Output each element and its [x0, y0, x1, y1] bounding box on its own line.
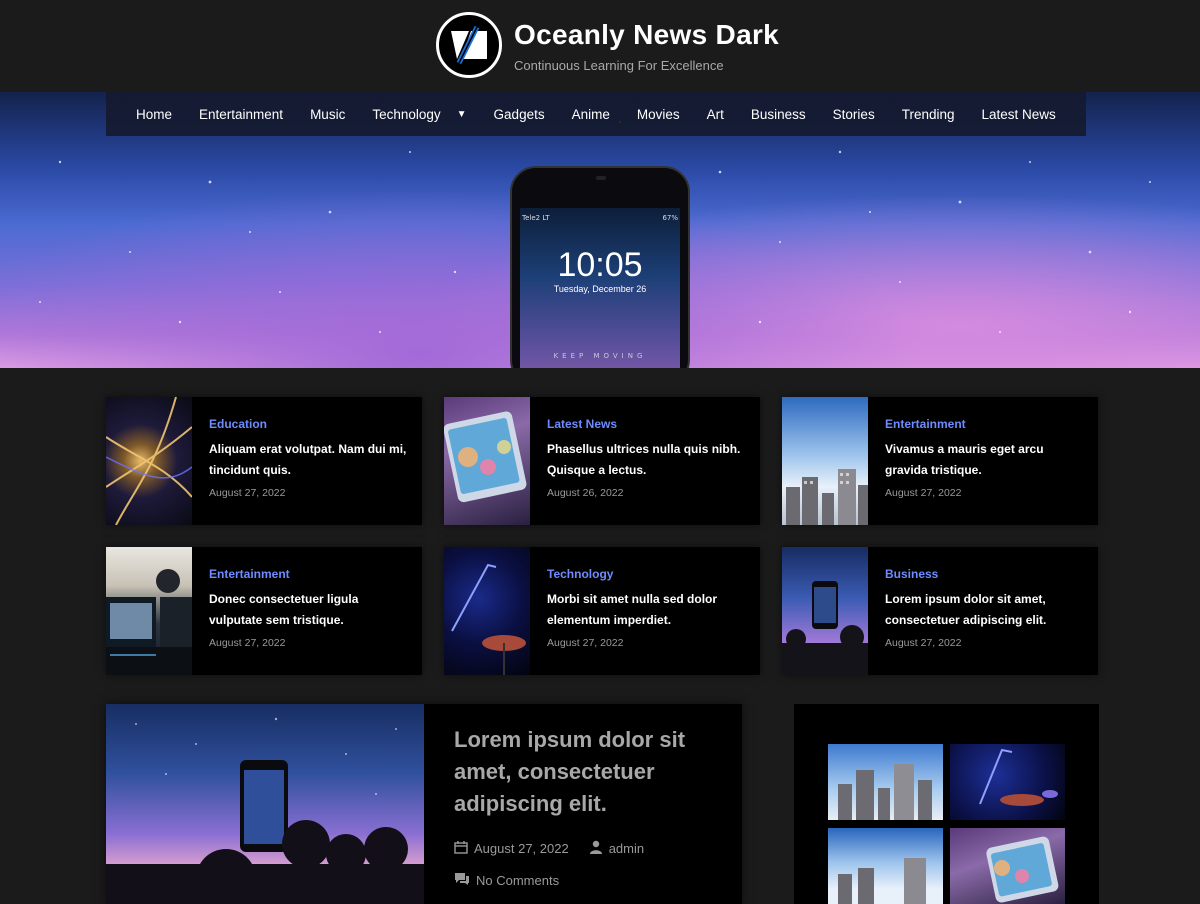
nav-item-trending[interactable]: Trending [902, 107, 955, 122]
post-thumbnail[interactable] [444, 547, 530, 675]
sidebar-gallery [794, 704, 1099, 904]
post-card[interactable]: Latest News Phasellus ultrices nulla qui… [444, 397, 760, 525]
featured-post-image[interactable] [106, 704, 424, 904]
featured-post-author[interactable]: admin [609, 841, 644, 856]
featured-post-title[interactable]: Lorem ipsum dolor sit amet, consectetuer… [454, 724, 714, 820]
post-title[interactable]: Morbi sit amet nulla sed dolor elementum… [547, 589, 747, 631]
post-category[interactable]: Technology [547, 567, 747, 581]
nav-item-home[interactable]: Home [136, 107, 172, 122]
featured-post-comments[interactable]: No Comments [476, 873, 559, 888]
site-logo[interactable] [436, 12, 502, 78]
featured-post-date[interactable]: August 27, 2022 [474, 841, 569, 856]
nav-item-gadgets[interactable]: Gadgets [494, 107, 545, 122]
post-thumbnail[interactable] [782, 397, 868, 525]
post-card[interactable]: Entertainment Donec consectetuer ligula … [106, 547, 422, 675]
nav-item-music[interactable]: Music [310, 107, 345, 122]
hero-banner: Home Entertainment Music Technology ▼ Ga… [0, 92, 1200, 368]
post-date: August 27, 2022 [209, 487, 286, 499]
nav-item-anime[interactable]: Anime [572, 107, 610, 122]
gallery-thumbnail[interactable] [828, 828, 943, 904]
nav-item-movies[interactable]: Movies [637, 107, 680, 122]
post-date: August 27, 2022 [885, 637, 962, 649]
nav-item-business[interactable]: Business [751, 107, 806, 122]
logo-mark-icon [451, 25, 487, 65]
nav-item-entertainment[interactable]: Entertainment [199, 107, 283, 122]
post-date: August 27, 2022 [547, 637, 624, 649]
user-icon [589, 840, 603, 857]
site-title[interactable]: Oceanly News Dark [514, 18, 779, 52]
phone-caption: KEEP MOVING [553, 352, 647, 360]
hero-phone-image: Tele2 LT 67% 10:05 Tuesday, December 26 … [510, 166, 690, 368]
post-title[interactable]: Vivamus a mauris eget arcu gravida trist… [885, 439, 1085, 481]
calendar-icon [454, 840, 468, 857]
post-card[interactable]: Entertainment Vivamus a mauris eget arcu… [782, 397, 1098, 525]
post-category[interactable]: Entertainment [209, 567, 409, 581]
phone-statusbar: Tele2 LT 67% [522, 214, 678, 222]
post-date: August 27, 2022 [885, 487, 962, 499]
post-title[interactable]: Donec consectetuer ligula vulputate sem … [209, 589, 409, 631]
site-tagline: Continuous Learning For Excellence [514, 57, 724, 73]
nav-item-stories[interactable]: Stories [833, 107, 875, 122]
featured-post[interactable]: Lorem ipsum dolor sit amet, consectetuer… [106, 704, 742, 904]
post-thumbnail[interactable] [782, 547, 868, 675]
phone-speaker [596, 176, 606, 180]
gallery-thumbnail[interactable] [828, 744, 943, 820]
post-thumbnail[interactable] [106, 547, 192, 675]
post-thumbnail[interactable] [106, 397, 192, 525]
post-date: August 26, 2022 [547, 487, 624, 499]
chevron-down-icon[interactable]: ▼ [457, 109, 467, 120]
nav-item-art[interactable]: Art [707, 107, 724, 122]
gallery-thumbnail[interactable] [950, 744, 1065, 820]
nav-item-technology[interactable]: Technology [372, 107, 440, 122]
post-category[interactable]: Business [885, 567, 1085, 581]
post-title[interactable]: Aliquam erat volutpat. Nam dui mi, tinci… [209, 439, 409, 481]
featured-post-meta: August 27, 2022 admin [454, 840, 644, 857]
phone-carrier: Tele2 LT [522, 214, 550, 222]
phone-battery: 67% [662, 214, 678, 222]
post-title[interactable]: Lorem ipsum dolor sit amet, consectetuer… [885, 589, 1085, 631]
post-category[interactable]: Education [209, 417, 409, 431]
comments-icon [454, 872, 470, 889]
post-date: August 27, 2022 [209, 637, 286, 649]
post-title[interactable]: Phasellus ultrices nulla quis nibh. Quis… [547, 439, 747, 481]
post-thumbnail[interactable] [444, 397, 530, 525]
featured-post-comments-row: No Comments [454, 872, 559, 889]
post-card[interactable]: Technology Morbi sit amet nulla sed dolo… [444, 547, 760, 675]
post-category[interactable]: Entertainment [885, 417, 1085, 431]
phone-date: Tuesday, December 26 [553, 284, 647, 294]
phone-time: 10:05 [557, 246, 643, 284]
brand[interactable]: Oceanly News Dark Continuous Learning Fo… [436, 12, 779, 78]
gallery-thumbnail[interactable] [950, 828, 1065, 904]
main-navigation: Home Entertainment Music Technology ▼ Ga… [106, 92, 1086, 136]
nav-item-technology-wrapper[interactable]: Technology ▼ [372, 107, 466, 122]
nav-item-latest-news[interactable]: Latest News [981, 107, 1055, 122]
post-category[interactable]: Latest News [547, 417, 747, 431]
site-header: Oceanly News Dark Continuous Learning Fo… [0, 0, 1200, 92]
post-card[interactable]: Business Lorem ipsum dolor sit amet, con… [782, 547, 1098, 675]
post-card[interactable]: Education Aliquam erat volutpat. Nam dui… [106, 397, 422, 525]
